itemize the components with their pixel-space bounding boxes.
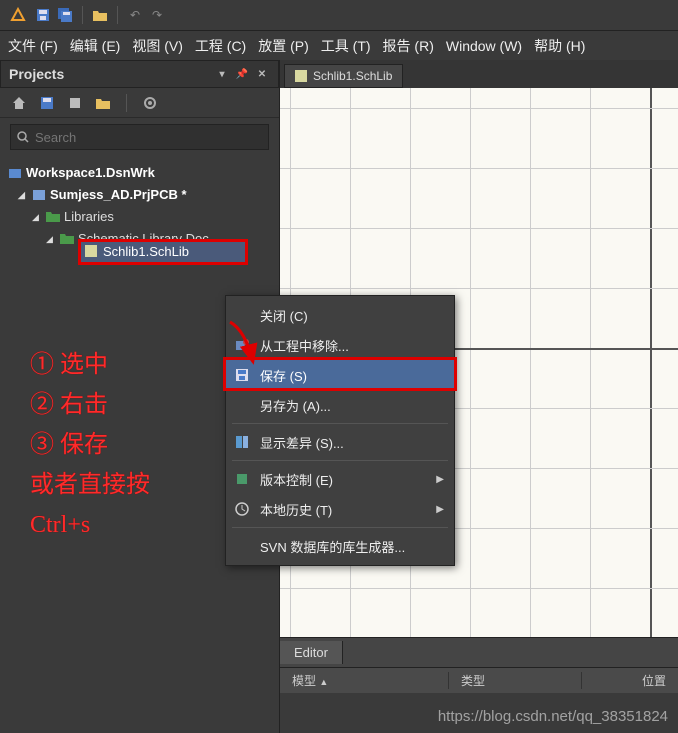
document-tabs: Schlib1.SchLib xyxy=(280,60,678,88)
workspace-icon xyxy=(8,166,22,180)
sort-asc-icon: ▲ xyxy=(319,677,328,687)
menu-help[interactable]: 帮助 (H) xyxy=(534,36,585,56)
project-tree: Workspace1.DsnWrk ◢ Sumjess_AD.PrjPCB * … xyxy=(0,156,279,256)
toolbar-divider xyxy=(117,6,118,24)
menu-view[interactable]: 视图 (V) xyxy=(132,36,183,56)
history-icon xyxy=(234,502,250,516)
tree-file-schlib-selected[interactable]: Schlib1.SchLib xyxy=(78,239,248,265)
submenu-arrow-icon: ▶ xyxy=(436,474,444,485)
annotation-overlay: ① 选中 ② 右击 ③ 保存 或者直接按 Ctrl+s xyxy=(30,345,150,545)
col-type[interactable]: 类型 xyxy=(449,672,582,689)
diff-icon xyxy=(234,435,250,449)
schlib-file-icon xyxy=(85,245,99,259)
editor-footer-tabs: Editor xyxy=(280,637,678,667)
panel-gear-icon[interactable] xyxy=(141,94,159,112)
watermark-text: https://blog.csdn.net/qq_38351824 xyxy=(438,708,668,725)
open-folder-icon[interactable] xyxy=(91,6,109,24)
editor-tab[interactable]: Editor xyxy=(280,641,343,664)
panel-compile-icon[interactable] xyxy=(66,94,84,112)
folder-icon xyxy=(46,210,60,224)
col-position[interactable]: 位置 xyxy=(582,672,678,689)
caret-down-icon[interactable]: ◢ xyxy=(46,228,56,250)
tree-project[interactable]: ◢ Sumjess_AD.PrjPCB * xyxy=(4,184,275,206)
tree-folder-libraries[interactable]: ◢ Libraries xyxy=(4,206,275,228)
ctx-svn-generator[interactable]: SVN 数据库的库生成器... xyxy=(226,531,454,561)
search-icon xyxy=(17,131,29,143)
panel-title-bar: Projects ▾ 📌 ✕ xyxy=(0,60,279,88)
menu-project[interactable]: 工程 (C) xyxy=(195,36,246,56)
menu-report[interactable]: 报告 (R) xyxy=(383,36,434,56)
project-icon xyxy=(32,188,46,202)
menu-tools[interactable]: 工具 (T) xyxy=(321,36,371,56)
ctx-separator xyxy=(232,460,448,461)
col-model[interactable]: 模型 ▲ xyxy=(280,672,449,689)
undo-icon[interactable]: ↶ xyxy=(126,6,144,24)
app-logo-icon xyxy=(6,7,30,23)
panel-folder-icon[interactable] xyxy=(94,94,112,112)
menu-place[interactable]: 放置 (P) xyxy=(258,36,309,56)
caret-down-icon[interactable]: ◢ xyxy=(18,184,28,206)
caret-down-icon[interactable]: ◢ xyxy=(32,206,42,228)
ctx-separator xyxy=(232,527,448,528)
ctx-save-as[interactable]: 另存为 (A)... xyxy=(226,390,454,420)
search-input[interactable] xyxy=(35,130,262,145)
submenu-arrow-icon: ▶ xyxy=(436,504,444,515)
redo-icon[interactable]: ↷ xyxy=(148,6,166,24)
menu-file[interactable]: 文件 (F) xyxy=(8,36,58,56)
panel-title-text: Projects xyxy=(9,66,64,82)
ctx-show-diff[interactable]: 显示差异 (S)... xyxy=(226,427,454,457)
main-menu-bar: 文件 (F) 编辑 (E) 视图 (V) 工程 (C) 放置 (P) 工具 (T… xyxy=(0,30,678,60)
menu-edit[interactable]: 编辑 (E) xyxy=(70,36,121,56)
panel-pin-icon[interactable]: 📌 xyxy=(234,66,250,82)
annotation-arrow-icon xyxy=(225,320,265,370)
doc-tab-schlib[interactable]: Schlib1.SchLib xyxy=(284,64,403,88)
top-toolbar: ↶ ↷ xyxy=(0,0,678,30)
folder-icon xyxy=(60,232,74,246)
save-all-icon[interactable] xyxy=(56,6,74,24)
search-box[interactable] xyxy=(10,124,269,150)
panel-dropdown-icon[interactable]: ▾ xyxy=(214,66,230,82)
vcs-icon xyxy=(234,472,250,486)
editor-table-header: 模型 ▲ 类型 位置 xyxy=(280,667,678,693)
panel-save-icon[interactable] xyxy=(38,94,56,112)
toolbar-divider xyxy=(82,6,83,24)
save-icon xyxy=(234,368,250,382)
ctx-version-control[interactable]: 版本控制 (E) ▶ xyxy=(226,464,454,494)
panel-home-icon[interactable] xyxy=(10,94,28,112)
tree-workspace[interactable]: Workspace1.DsnWrk xyxy=(4,162,275,184)
schlib-file-icon xyxy=(295,70,307,82)
ctx-local-history[interactable]: 本地历史 (T) ▶ xyxy=(226,494,454,524)
panel-toolbar xyxy=(0,88,279,118)
ctx-separator xyxy=(232,423,448,424)
save-single-icon[interactable] xyxy=(34,6,52,24)
panel-close-icon[interactable]: ✕ xyxy=(254,66,270,82)
menu-window[interactable]: Window (W) xyxy=(446,38,522,54)
